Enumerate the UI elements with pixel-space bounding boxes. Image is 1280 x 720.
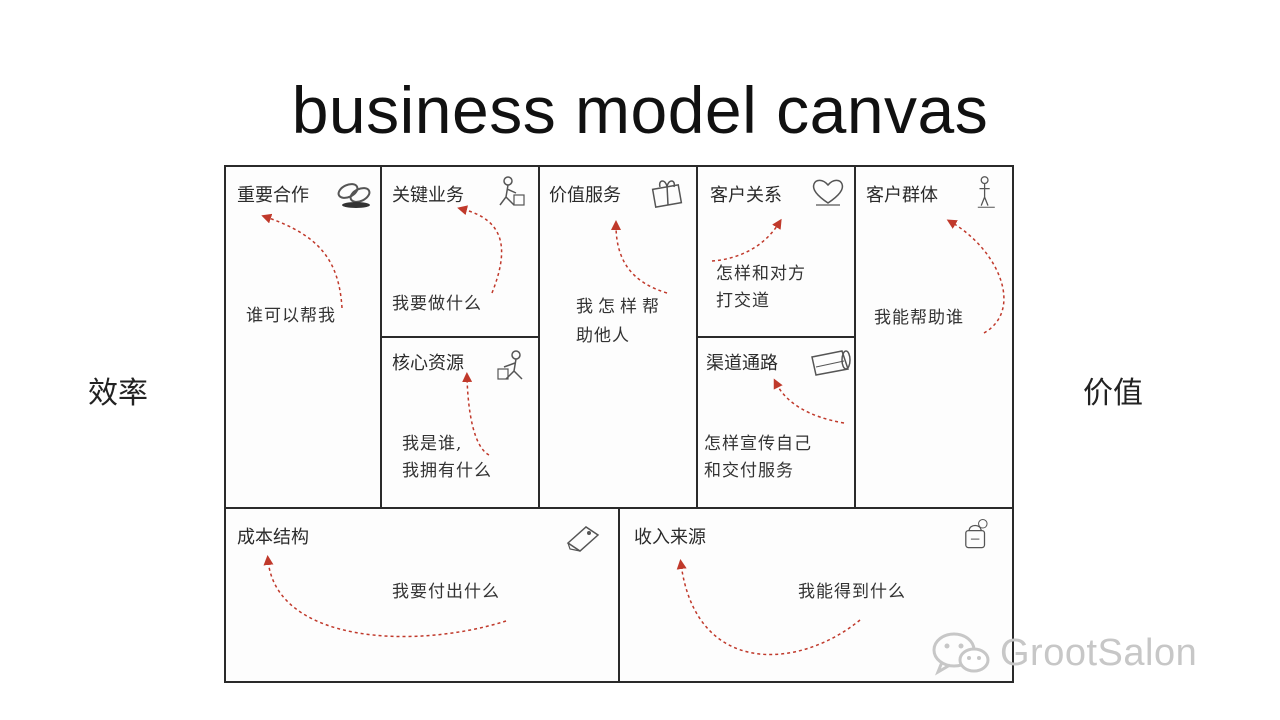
chain-link-icon (337, 183, 371, 208)
person-icon (977, 176, 995, 208)
key-resources-title: 核心资源 (392, 353, 464, 374)
customer-relationships-title: 客户关系 (710, 185, 782, 206)
key-activities-title: 关键业务 (392, 185, 464, 206)
truck-icon (811, 350, 851, 376)
revenue-streams-note: 我能得到什么 (798, 582, 906, 602)
cost-structure-title: 成本结构 (237, 527, 309, 548)
efficiency-label: 效率 (88, 376, 148, 411)
heart-icon (812, 179, 844, 206)
channels-note-line2: 和交付服务 (704, 461, 794, 481)
money-bag-icon (965, 519, 988, 549)
customer-relationships-note-line2: 打交道 (716, 291, 770, 311)
watermark-text: GrootSalon (1000, 631, 1198, 674)
worker-icon (499, 176, 525, 206)
customer-relationships-note-line1: 怎样和对方 (716, 264, 806, 284)
cost-structure-note: 我要付出什么 (392, 582, 500, 602)
key-partners-title: 重要合作 (237, 185, 309, 206)
channels-title: 渠道通路 (706, 353, 778, 374)
slide-title: business model canvas (291, 73, 989, 147)
channels-note-line1: 怎样宣传自己 (704, 434, 812, 454)
revenue-streams-title: 收入来源 (634, 527, 706, 548)
value-propositions-title: 价值服务 (549, 185, 621, 206)
value-label: 价值 (1083, 376, 1143, 411)
key-resources-note-line2: 我拥有什么 (402, 461, 492, 481)
key-resources-note-line1: 我是谁, (402, 434, 463, 454)
value-propositions-note-line2: 助他人 (576, 326, 630, 346)
key-partners-note: 谁可以帮我 (246, 306, 336, 326)
customer-segments-note: 我能帮助谁 (874, 308, 964, 328)
worker-icon (497, 350, 523, 380)
key-activities-note: 我要做什么 (392, 294, 482, 314)
customer-segments-title: 客户群体 (866, 185, 938, 206)
price-tag-icon (566, 526, 600, 552)
slide: business model canvas 效率 价值 重要合作 谁可以帮我 关… (0, 0, 1280, 720)
value-propositions-note-line1: 我怎样帮 (576, 297, 664, 317)
watermark: GrootSalon (930, 628, 1197, 678)
business-model-canvas: 重要合作 谁可以帮我 关键业务 我要做什么 核心资源 我是谁, 我拥有什么 价值… (224, 165, 1014, 683)
wechat-icon (932, 632, 990, 676)
gift-icon (651, 180, 683, 208)
